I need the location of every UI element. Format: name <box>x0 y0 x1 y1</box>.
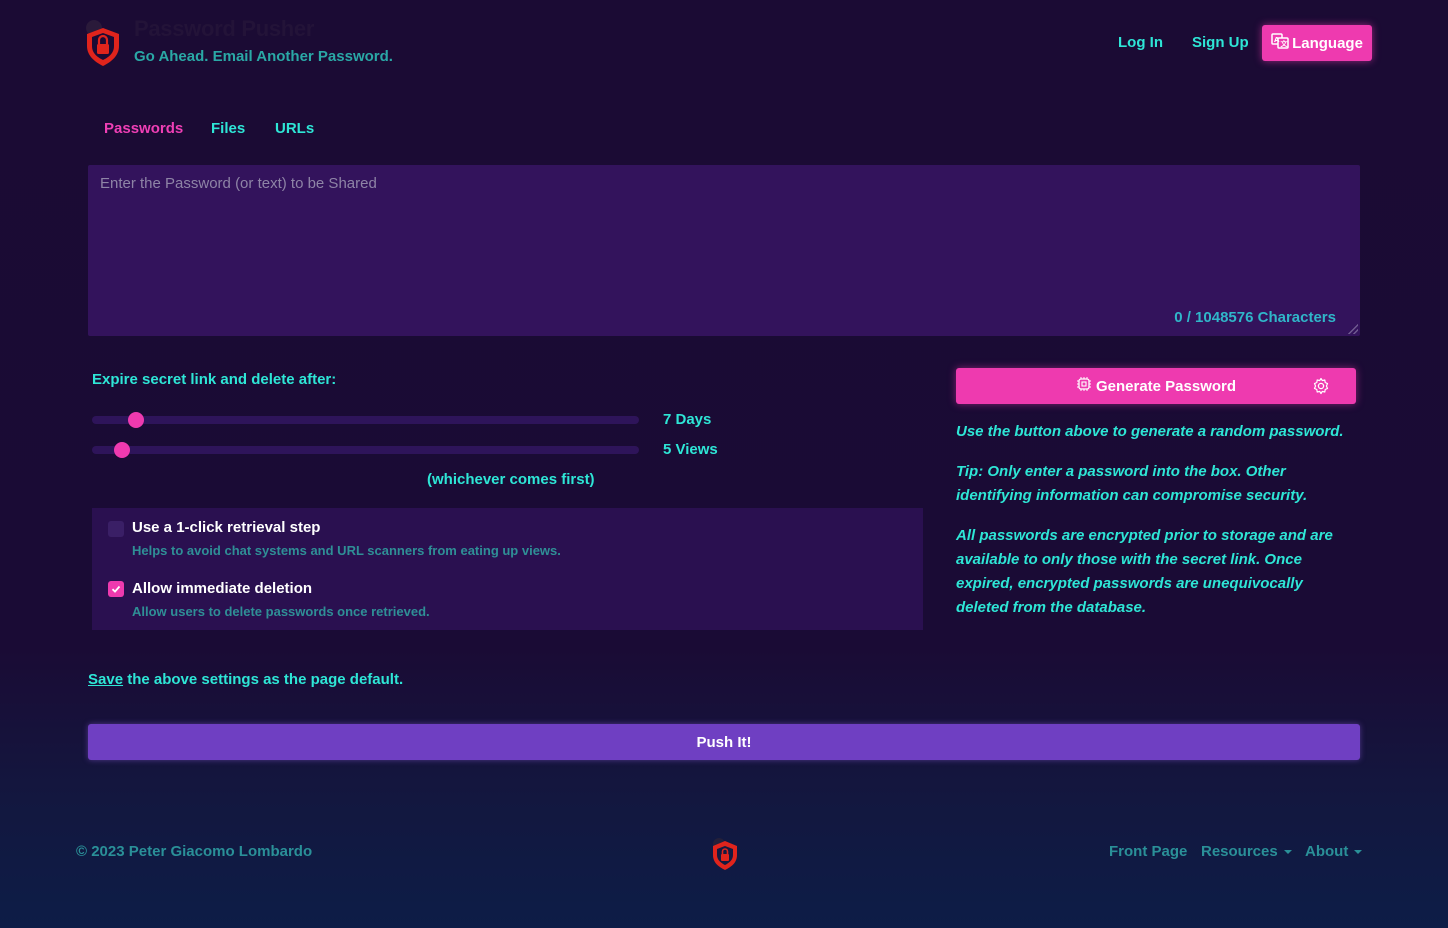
footer-resources-dropdown[interactable]: Resources <box>1201 843 1292 860</box>
svg-text:A: A <box>1274 36 1280 44</box>
generator-info: Use the button above to generate a rando… <box>956 423 1344 440</box>
save-defaults-link[interactable]: Save <box>88 671 123 688</box>
gear-icon[interactable] <box>1312 377 1330 399</box>
language-label: Language <box>1292 34 1363 52</box>
tab-passwords[interactable]: Passwords <box>104 120 183 137</box>
generate-password-label: Generate Password <box>1095 377 1237 395</box>
resize-handle[interactable] <box>1348 324 1358 334</box>
footer-logo-icon[interactable] <box>708 836 742 872</box>
svg-text:文: 文 <box>1281 39 1289 48</box>
footer-front-page-link[interactable]: Front Page <box>1109 843 1187 860</box>
push-it-button[interactable]: Push It! <box>88 724 1360 760</box>
days-slider[interactable] <box>92 412 639 428</box>
days-slider-thumb[interactable] <box>127 412 144 428</box>
copyright: © 2023 Peter Giacomo Lombardo <box>76 843 313 860</box>
whichever-note: (whichever comes first) <box>427 471 595 488</box>
footer-about-dropdown[interactable]: About <box>1305 843 1363 860</box>
views-slider-thumb[interactable] <box>113 442 130 458</box>
retrieval-step-help: Helps to avoid chat systems and URL scan… <box>132 543 561 558</box>
expire-label: Expire secret link and delete after: <box>92 371 337 388</box>
retrieval-step-title[interactable]: Use a 1-click retrieval step <box>132 519 320 536</box>
immediate-deletion-checkbox[interactable] <box>108 581 124 597</box>
encryption-note: All passwords are encrypted prior to sto… <box>956 527 1333 616</box>
generate-password-button[interactable]: Generate Password <box>956 368 1356 404</box>
immediate-deletion-title[interactable]: Allow immediate deletion <box>132 580 312 597</box>
caret-down-icon <box>1354 850 1363 855</box>
save-defaults-text: the above settings as the page default. <box>123 671 404 688</box>
footer-resources-label: Resources <box>1201 843 1278 860</box>
translate-icon: A 文 <box>1271 33 1289 53</box>
caret-down-icon <box>1283 850 1292 855</box>
tab-files[interactable]: Files <box>211 120 245 137</box>
language-button[interactable]: A 文 Language <box>1262 25 1372 61</box>
login-link[interactable]: Log In <box>1118 34 1163 51</box>
signup-link[interactable]: Sign Up <box>1192 34 1249 51</box>
password-textarea[interactable] <box>88 165 1360 336</box>
options-panel: Use a 1-click retrieval step Helps to av… <box>92 508 923 630</box>
views-slider[interactable] <box>92 442 639 458</box>
immediate-deletion-help: Allow users to delete passwords once ret… <box>132 604 430 619</box>
check-icon <box>111 585 121 593</box>
footer-about-label: About <box>1305 843 1349 860</box>
chip-icon <box>1076 376 1092 396</box>
password-input-container: 0 / 1048576 Characters <box>88 165 1360 336</box>
tagline: Go Ahead. Email Another Password. <box>134 48 393 65</box>
days-value: 7 Days <box>663 411 712 428</box>
brand-logo-icon[interactable] <box>82 18 124 68</box>
save-defaults-line: Save the above settings as the page defa… <box>88 671 403 688</box>
character-counter: 0 / 1048576 Characters <box>1174 309 1336 326</box>
tab-urls[interactable]: URLs <box>275 120 314 137</box>
security-tip: Tip: Only enter a password into the box.… <box>956 463 1308 504</box>
views-value: 5 Views <box>663 441 718 458</box>
retrieval-step-checkbox[interactable] <box>108 521 124 537</box>
brand-title[interactable]: Password Pusher <box>134 16 314 42</box>
